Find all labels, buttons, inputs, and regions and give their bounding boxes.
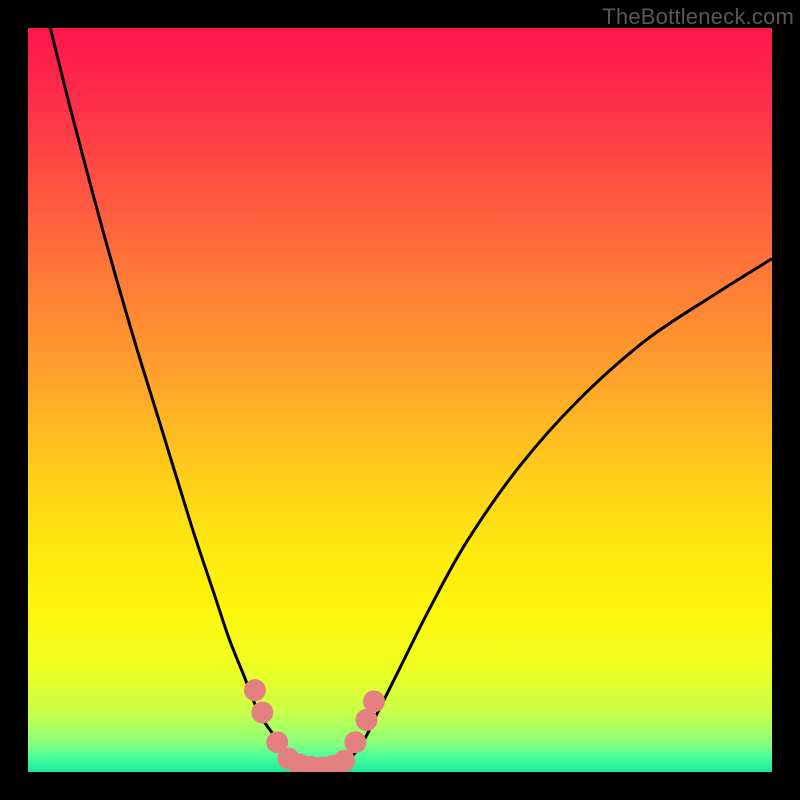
- data-marker: [363, 690, 385, 712]
- data-marker: [251, 701, 273, 723]
- right-curve: [340, 259, 772, 765]
- plot-area: [28, 28, 772, 772]
- data-marker: [344, 731, 366, 753]
- curves-svg: [28, 28, 772, 772]
- watermark-text: TheBottleneck.com: [602, 4, 794, 30]
- data-marker: [244, 679, 266, 701]
- left-curve-path: [50, 28, 303, 765]
- left-curve: [50, 28, 303, 765]
- data-marker: [333, 750, 355, 772]
- right-curve-path: [340, 259, 772, 765]
- chart-frame: TheBottleneck.com: [0, 0, 800, 800]
